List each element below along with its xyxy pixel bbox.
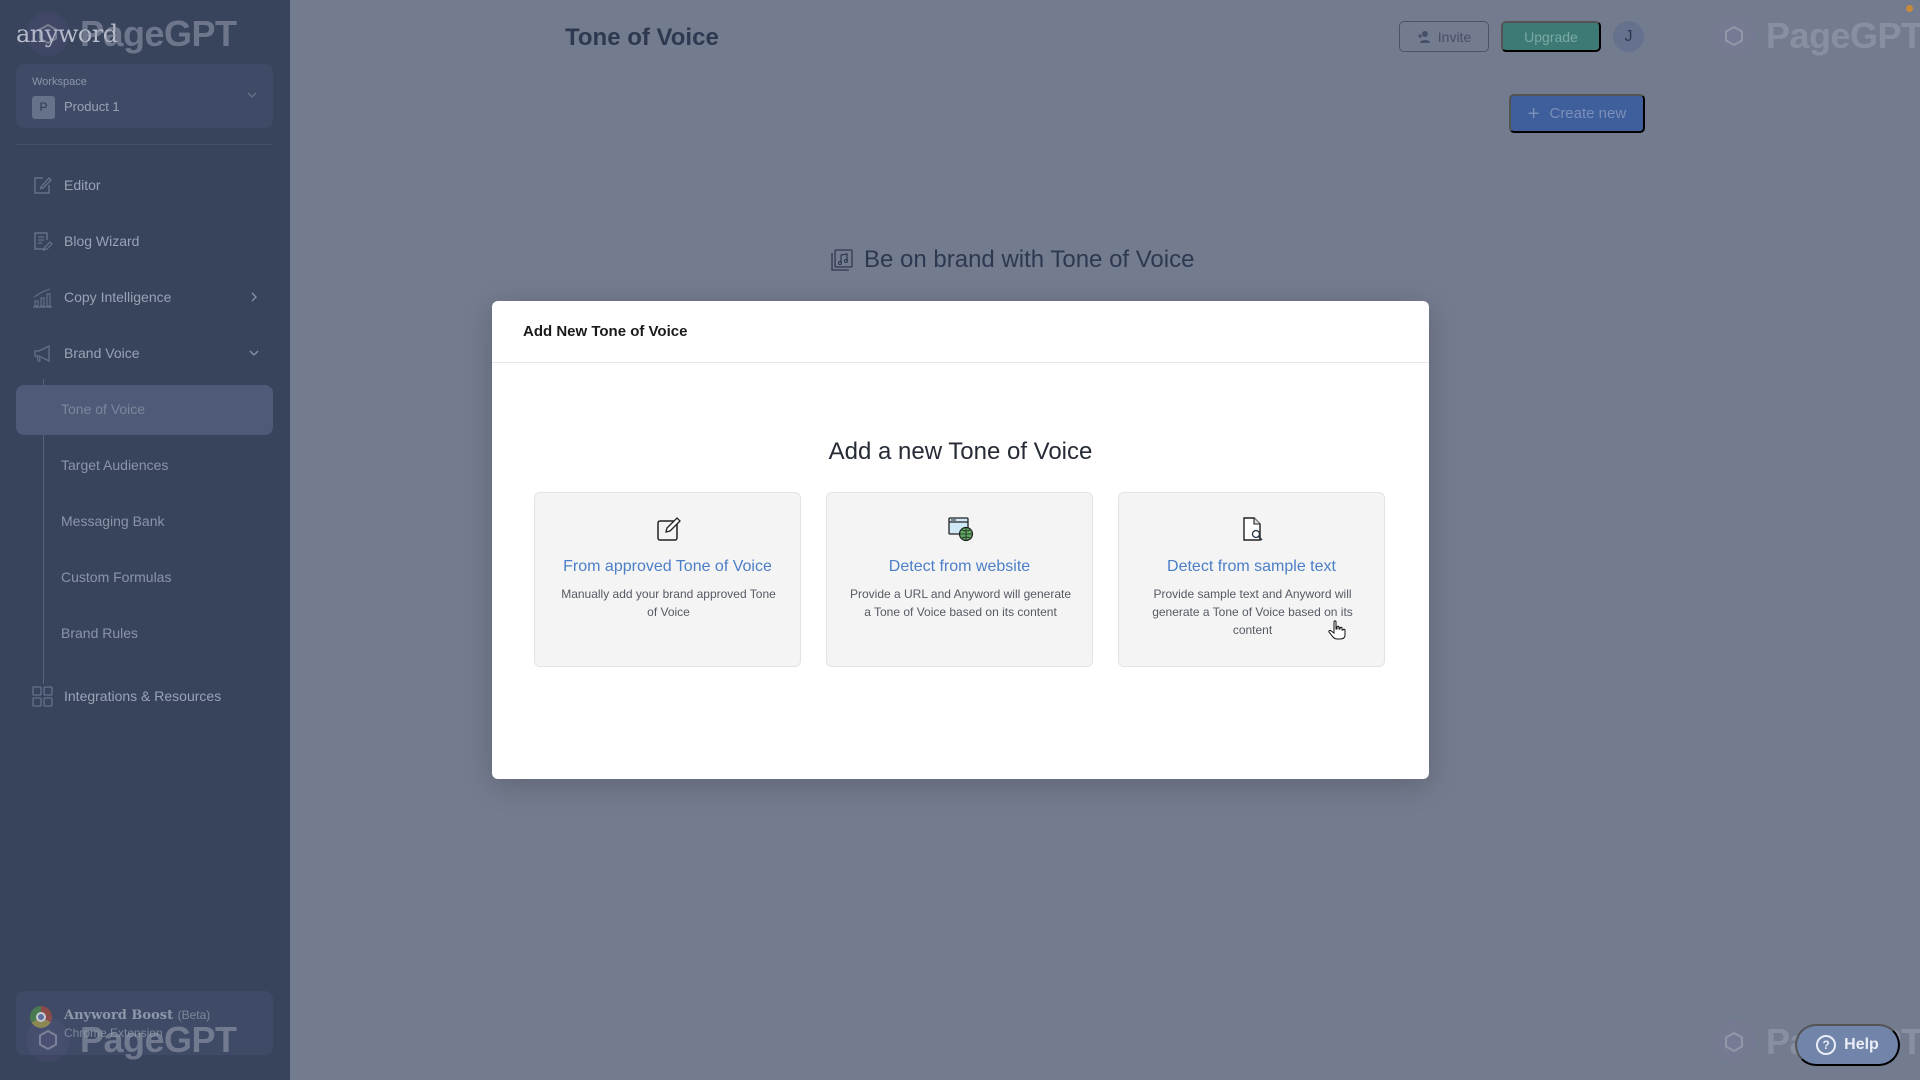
- boost-title: Anyword Boost (Beta): [64, 1008, 210, 1023]
- pagegpt-watermark: PageGPT: [1712, 14, 1920, 58]
- workspace-label: Workspace: [32, 76, 87, 88]
- workspace-name: Product 1: [64, 99, 120, 114]
- card-description: Provide a URL and Anyword will generate …: [849, 587, 1071, 619]
- sidebar-divider: [16, 144, 273, 145]
- option-card-approved[interactable]: From approved Tone of Voice Manually add…: [534, 492, 801, 667]
- create-new-button[interactable]: + Create new: [1509, 94, 1645, 133]
- sidebar: anyword Workspace P Product 1 Editor Blo…: [0, 0, 290, 1080]
- hexagon-icon: [1712, 14, 1756, 58]
- sidebar-subitem-label: Tone of Voice: [61, 401, 146, 417]
- option-card-website[interactable]: Detect from website Provide a URL and An…: [826, 492, 1093, 667]
- anyword-logo[interactable]: anyword: [16, 20, 118, 48]
- chrome-icon: [30, 1006, 52, 1028]
- sidebar-subitem-custom-formulas[interactable]: Custom Formulas: [16, 553, 273, 603]
- card-description: Manually add your brand approved Tone of…: [561, 587, 776, 619]
- sidebar-subitem-target-audiences[interactable]: Target Audiences: [16, 441, 273, 491]
- modal-title: Add New Tone of Voice: [523, 323, 688, 340]
- option-card-sample-text[interactable]: Detect from sample text Provide sample t…: [1118, 492, 1385, 667]
- watermark-text: PageGPT: [1766, 15, 1920, 56]
- empty-state-heading: Be on brand with Tone of Voice: [830, 246, 1194, 274]
- hero-text: Be on brand with Tone of Voice: [864, 246, 1195, 273]
- sidebar-item-label: Copy Intelligence: [64, 289, 172, 305]
- megaphone-icon: [34, 344, 50, 363]
- anyword-boost-promo[interactable]: Anyword Boost (Beta) Chrome Extension: [16, 991, 273, 1055]
- grid-icon: [32, 686, 53, 707]
- chart-icon: [33, 288, 52, 308]
- sidebar-subitem-label: Brand Rules: [61, 625, 139, 641]
- chevron-down-icon: [249, 350, 259, 356]
- sidebar-item-copy-intelligence[interactable]: Copy Intelligence: [16, 273, 273, 321]
- upgrade-button[interactable]: Upgrade: [1501, 21, 1601, 52]
- hexagon-icon: [1712, 1020, 1756, 1064]
- card-title: Detect from sample text: [1167, 558, 1336, 575]
- sidebar-item-blog-wizard[interactable]: Blog Wizard: [16, 217, 273, 265]
- edit-icon: [34, 177, 52, 194]
- sidebar-subitem-messaging-bank[interactable]: Messaging Bank: [16, 497, 273, 547]
- plus-icon: +: [1527, 102, 1540, 125]
- sidebar-item-label: Editor: [64, 177, 101, 193]
- help-label: Help: [1844, 1036, 1879, 1053]
- chevron-down-icon: [247, 92, 257, 98]
- help-button[interactable]: ? Help: [1795, 1024, 1900, 1066]
- chevron-right-icon: [251, 292, 257, 302]
- user-avatar[interactable]: J: [1613, 21, 1644, 52]
- sidebar-item-label: Blog Wizard: [64, 233, 140, 249]
- notification-dot: [1906, 5, 1913, 12]
- create-new-label: Create new: [1549, 105, 1627, 122]
- music-library-icon: [831, 249, 853, 271]
- card-title: From approved Tone of Voice: [563, 558, 772, 575]
- sidebar-subitem-label: Custom Formulas: [61, 569, 172, 585]
- sidebar-item-brand-voice[interactable]: Brand Voice: [16, 329, 273, 377]
- question-icon: ?: [1816, 1035, 1837, 1055]
- sidebar-subitem-tone-of-voice[interactable]: Tone of Voice: [16, 385, 273, 435]
- workspace-badge: P: [32, 96, 55, 119]
- modal-header: Add New Tone of Voice: [492, 301, 1429, 363]
- modal-heading: Add a new Tone of Voice: [828, 438, 1093, 465]
- boost-beta-badge: (Beta): [177, 1008, 211, 1022]
- add-tone-of-voice-modal: Add New Tone of Voice Add a new Tone of …: [492, 301, 1429, 779]
- sidebar-subitem-label: Target Audiences: [61, 457, 169, 473]
- website-globe-icon: [948, 517, 974, 542]
- edit-note-icon: [657, 517, 681, 541]
- sidebar-subitem-label: Messaging Bank: [61, 513, 165, 529]
- invite-button[interactable]: Invite: [1399, 21, 1489, 52]
- sidebar-item-label: Integrations & Resources: [64, 688, 222, 704]
- blog-icon: [34, 232, 53, 251]
- document-search-icon: [1243, 517, 1263, 541]
- boost-title-text: Anyword Boost: [64, 1008, 174, 1023]
- workspace-selector[interactable]: Workspace P Product 1: [16, 64, 273, 128]
- boost-subtitle: Chrome Extension: [64, 1026, 163, 1040]
- hand-pointer-cursor-icon: [1328, 620, 1346, 640]
- add-user-icon: [1417, 30, 1430, 43]
- sidebar-item-integrations[interactable]: Integrations & Resources: [16, 672, 273, 720]
- sidebar-subitem-brand-rules[interactable]: Brand Rules: [16, 609, 273, 659]
- sidebar-item-editor[interactable]: Editor: [16, 161, 273, 209]
- invite-label: Invite: [1437, 28, 1472, 45]
- sidebar-item-label: Brand Voice: [64, 345, 140, 361]
- card-title: Detect from website: [888, 558, 1031, 575]
- page-title: Tone of Voice: [565, 24, 719, 51]
